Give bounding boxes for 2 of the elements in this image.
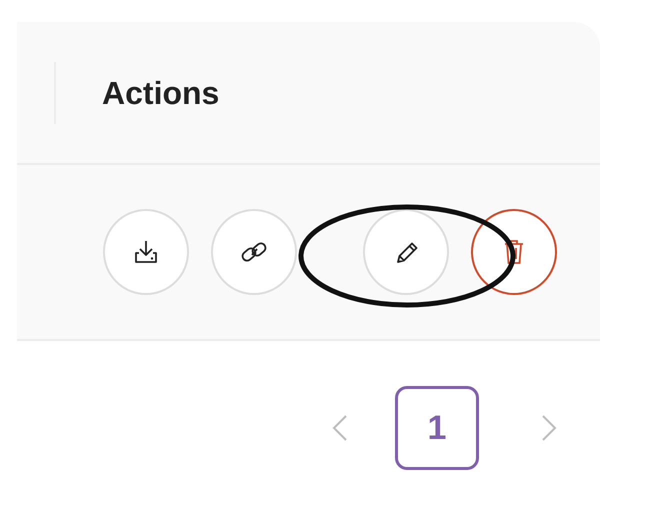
column-header: Actions — [102, 74, 220, 112]
page-button[interactable]: 1 — [395, 386, 479, 470]
